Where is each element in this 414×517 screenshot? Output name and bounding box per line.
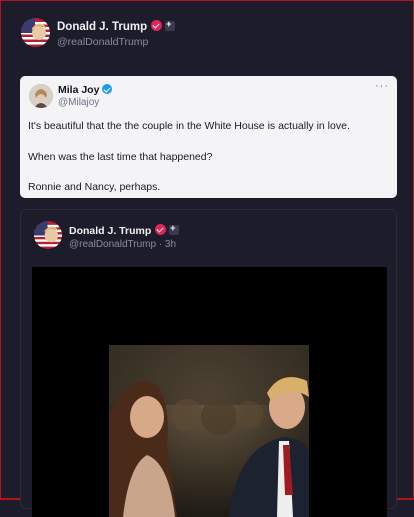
post-author-handle-time[interactable]: @realDonaldTrump · 3h: [69, 239, 176, 250]
verified-badge-icon: [151, 20, 163, 31]
video-thumbnail: [109, 345, 309, 517]
quoted-post-card[interactable]: Mila Joy @Milajoy ··· It's beautiful tha…: [20, 76, 397, 198]
verified-badge-icon: [102, 84, 113, 94]
post-avatar[interactable]: [34, 221, 62, 249]
author-name[interactable]: Donald J. Trump: [57, 19, 176, 33]
affiliate-badge-icon: [169, 223, 180, 235]
post-author-name-text: Donald J. Trump: [69, 225, 152, 237]
author-name-text: Donald J. Trump: [57, 21, 148, 33]
app-frame: Donald J. Trump @realDonaldTrump Mila Jo…: [0, 0, 414, 517]
quoted-text-line-1: It's beautiful that the the couple in th…: [28, 120, 350, 132]
quoted-author-name[interactable]: Mila Joy: [58, 84, 113, 96]
quoted-text-line-3: Ronnie and Nancy, perhaps.: [28, 181, 161, 193]
verified-badge-icon: [155, 224, 167, 235]
video-player[interactable]: [32, 267, 387, 517]
more-options-icon[interactable]: ···: [375, 80, 389, 92]
quoted-author-name-text: Mila Joy: [58, 84, 100, 96]
quoted-author-handle[interactable]: @Milajoy: [58, 97, 99, 108]
profile-avatar[interactable]: [21, 18, 50, 47]
post-author-name[interactable]: Donald J. Trump: [69, 223, 180, 237]
affiliate-badge-icon: [165, 19, 176, 31]
author-handle[interactable]: @realDonaldTrump: [57, 36, 148, 48]
embedded-post-card[interactable]: Donald J. Trump @realDonaldTrump · 3h: [20, 209, 397, 517]
quoted-text-line-2: When was the last time that happened?: [28, 151, 213, 163]
quoted-avatar[interactable]: [29, 84, 53, 108]
